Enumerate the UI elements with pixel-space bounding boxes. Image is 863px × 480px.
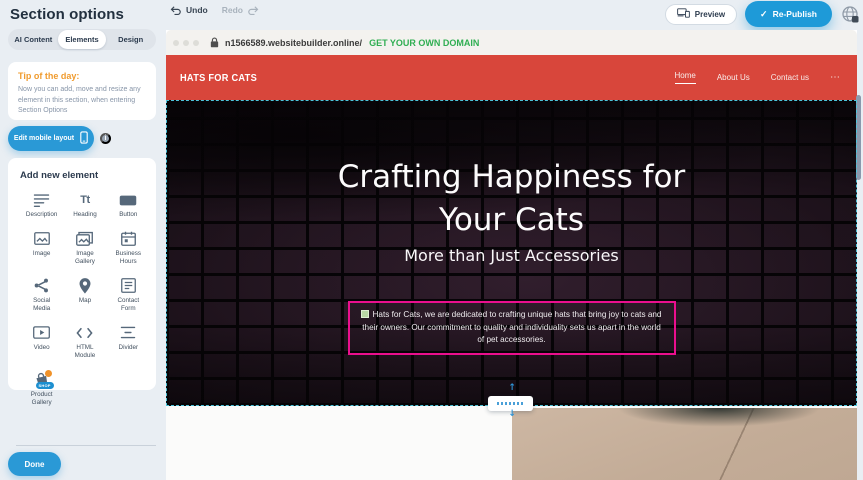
site-header: HATS FOR CATS Home About Us Contact us ⋯ <box>166 55 857 100</box>
top-actions: Preview ✓ Re-Publish <box>665 0 860 28</box>
redo-icon <box>247 6 259 15</box>
window-dot <box>193 40 199 46</box>
tab-elements[interactable]: Elements <box>58 30 107 49</box>
element-description[interactable]: Description <box>20 192 63 220</box>
video-icon <box>33 325 50 341</box>
preview-button[interactable]: Preview <box>665 4 737 25</box>
check-icon: ✓ <box>760 9 768 20</box>
element-handle-icon[interactable] <box>361 310 369 318</box>
code-icon <box>76 325 93 341</box>
map-pin-icon <box>79 278 91 294</box>
lock-icon <box>210 37 219 48</box>
nav-home[interactable]: Home <box>675 71 696 84</box>
history-controls: Undo Redo <box>170 5 259 15</box>
language-globe-button[interactable] <box>840 4 860 24</box>
sidebar-divider <box>16 445 156 446</box>
add-element-panel: Add new element Description Tt Heading B… <box>8 158 156 390</box>
divider-icon <box>120 325 136 341</box>
product-gallery-icon: SHOP <box>32 372 52 388</box>
tip-title: Tip of the day: <box>18 71 146 81</box>
undo-icon <box>170 6 182 15</box>
tab-ai-content[interactable]: AI Content <box>9 30 58 49</box>
element-divider[interactable]: Divider <box>107 325 150 361</box>
redo-button[interactable]: Redo <box>222 5 259 15</box>
hero-heading-line2: Your Cats <box>166 199 857 242</box>
hero-heading[interactable]: Crafting Happiness for Your Cats <box>166 156 857 242</box>
nav-contact-us[interactable]: Contact us <box>771 73 809 82</box>
social-media-icon <box>34 278 49 294</box>
element-image-gallery[interactable]: Image Gallery <box>63 231 106 267</box>
edit-mobile-label: Edit mobile layout <box>14 135 74 142</box>
resize-arrow-up-icon[interactable]: ↑ <box>503 384 521 393</box>
element-contact-form[interactable]: Contact Form <box>107 278 150 314</box>
add-element-title: Add new element <box>20 170 150 181</box>
preview-label: Preview <box>695 10 725 19</box>
hero-heading-line1: Crafting Happiness for <box>166 156 857 199</box>
button-icon <box>119 192 137 208</box>
republish-button[interactable]: ✓ Re-Publish <box>745 1 832 27</box>
done-button[interactable]: Done <box>8 452 61 476</box>
site-logo[interactable]: HATS FOR CATS <box>180 72 257 84</box>
redo-label: Redo <box>222 5 243 15</box>
shop-badge: SHOP <box>36 382 54 389</box>
address-bar-url[interactable]: n1566589.websitebuilder.online/ <box>225 38 362 48</box>
description-icon <box>33 192 50 208</box>
image-gallery-icon <box>76 231 93 247</box>
hero-subheading[interactable]: More than Just Accessories <box>166 246 857 265</box>
resize-arrow-down-icon[interactable]: ↓ <box>503 410 521 419</box>
element-image[interactable]: Image <box>20 231 63 267</box>
site-nav: Home About Us Contact us ⋯ <box>675 71 842 84</box>
element-map[interactable]: Map <box>63 278 106 314</box>
hero-paragraph-selected[interactable]: Hats for Cats, we are dedicated to craft… <box>348 301 676 355</box>
element-social-media[interactable]: Social Media <box>20 278 63 314</box>
business-hours-icon <box>121 231 136 247</box>
undo-button[interactable]: Undo <box>170 5 208 15</box>
devices-icon <box>677 8 690 20</box>
element-html-module[interactable]: HTML Module <box>63 325 106 361</box>
element-video[interactable]: Video <box>20 325 63 361</box>
element-product-gallery[interactable]: SHOP Product Gallery <box>20 372 63 408</box>
hero-paragraph-text: Hats for Cats, we are dedicated to craft… <box>362 310 661 344</box>
globe-icon <box>840 4 860 24</box>
contact-form-icon <box>121 278 136 294</box>
drag-grip-icon <box>497 402 525 405</box>
tip-body: Now you can add, move and resize any ele… <box>18 85 146 117</box>
sidebar-tabs: AI Content Elements Design <box>8 29 156 50</box>
window-dot <box>183 40 189 46</box>
notification-badge <box>45 370 52 377</box>
page-title: Section options <box>10 6 124 23</box>
edit-mobile-layout-button[interactable]: Edit mobile layout <box>8 126 94 151</box>
tip-card: Tip of the day: Now you can add, move an… <box>8 62 156 120</box>
image-icon <box>34 231 50 247</box>
element-button[interactable]: Button <box>107 192 150 220</box>
nav-about-us[interactable]: About Us <box>717 73 750 82</box>
browser-chrome: n1566589.websitebuilder.online/ GET YOUR… <box>166 30 857 55</box>
pavement-photo <box>512 408 857 480</box>
nav-more-menu[interactable]: ⋯ <box>830 72 841 83</box>
info-icon[interactable]: i <box>100 133 111 144</box>
element-business-hours[interactable]: Business Hours <box>107 231 150 267</box>
tab-design[interactable]: Design <box>106 30 155 49</box>
republish-label: Re-Publish <box>773 9 817 19</box>
heading-icon: Tt <box>80 192 89 208</box>
window-dot <box>173 40 179 46</box>
add-element-grid: Description Tt Heading Button Image <box>20 192 150 408</box>
app-root: Section options AI Content Elements Desi… <box>0 0 863 480</box>
hero-section[interactable]: Crafting Happiness for Your Cats More th… <box>166 100 857 406</box>
element-heading[interactable]: Tt Heading <box>63 192 106 220</box>
phone-icon <box>80 131 88 146</box>
undo-label: Undo <box>186 5 208 15</box>
get-domain-link[interactable]: GET YOUR OWN DOMAIN <box>369 38 479 48</box>
